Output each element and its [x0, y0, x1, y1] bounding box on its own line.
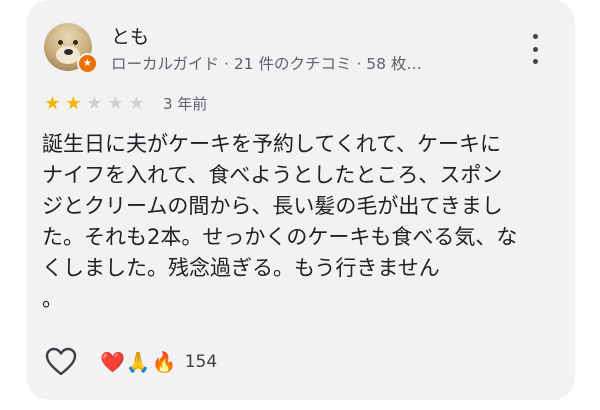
review-time: 3 年前 — [163, 95, 208, 113]
star-rating: ★ ★ ★ ★ ★ 3 年前 — [42, 93, 207, 114]
review-card: ★ とも ローカルガイド · 21 件のクチコミ · 58 枚… ★ ★ ★ ★… — [27, 0, 575, 400]
reviewer-name[interactable]: とも — [111, 22, 149, 49]
like-heart-icon[interactable] — [45, 347, 77, 377]
reaction-count: 154 — [184, 352, 218, 372]
reviewer-meta[interactable]: ローカルガイド · 21 件のクチコミ · 58 枚… — [111, 52, 422, 74]
star-icon-1: ★ — [44, 92, 61, 114]
star-icon-4: ★ — [107, 92, 124, 114]
star-icon-5: ★ — [128, 92, 145, 114]
fire-emoji-icon: 🔥 — [151, 350, 177, 374]
star-icon-2: ★ — [65, 92, 82, 114]
review-text: 誕生日に夫がケーキを予約してくれて、ケーキに ナイフを入れて、食べようとしたとこ… — [42, 132, 518, 311]
heart-emoji-icon: ❤️ — [100, 350, 125, 374]
reaction-summary[interactable]: ❤️ 🙏 🔥 154 — [100, 349, 217, 375]
more-options-icon[interactable] — [525, 34, 545, 64]
pray-emoji-icon: 🙏 — [125, 350, 151, 374]
star-icon-3: ★ — [86, 92, 103, 114]
local-guide-star-icon: ★ — [77, 53, 98, 74]
